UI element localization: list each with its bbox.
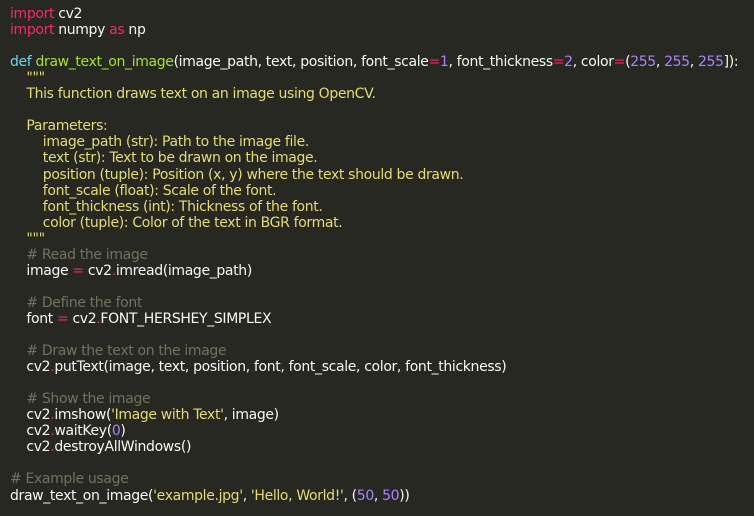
code-token: image bbox=[10, 262, 73, 279]
code-token: , bbox=[689, 54, 698, 71]
code-token: , font_thickness bbox=[448, 54, 553, 71]
code-token: 'Hello, World!' bbox=[250, 487, 344, 504]
code-line: # Example usage bbox=[10, 471, 129, 488]
code-token: as bbox=[109, 22, 125, 39]
code-line: cv2.destroyAllWindows() bbox=[10, 439, 191, 455]
code-token: 255 bbox=[630, 54, 656, 71]
code-token: color (tuple): Color of the text in BGR … bbox=[10, 214, 343, 231]
code-token: = bbox=[428, 54, 441, 71]
code-token: import bbox=[10, 22, 55, 39]
code-token: np bbox=[124, 22, 146, 39]
code-token: , image) bbox=[223, 407, 280, 424]
code-line: cv2.waitKey(0) bbox=[10, 423, 126, 440]
code-line: color (tuple): Color of the text in BGR … bbox=[10, 214, 343, 231]
code-line: cv2.imshow('Image with Text', image) bbox=[10, 407, 279, 423]
code-token: = bbox=[613, 54, 626, 71]
code-token: imshow( bbox=[54, 407, 112, 424]
code-token: numpy bbox=[54, 22, 110, 39]
code-token: ) bbox=[120, 423, 126, 440]
code-token: (image_path, text, position, font_scale bbox=[173, 54, 429, 71]
code-token: cv2 bbox=[68, 310, 97, 327]
code-token: imread(image_path) bbox=[115, 262, 252, 279]
code-token: image_path (str): Path to the image file… bbox=[10, 134, 309, 151]
code-token: , bbox=[242, 487, 251, 504]
code-token: 50 bbox=[382, 487, 400, 504]
code-token: cv2 bbox=[54, 6, 83, 22]
code-line: text (str): Text to be drawn on the imag… bbox=[10, 150, 318, 167]
code-token: font bbox=[10, 310, 57, 327]
code-line: # Show the image bbox=[10, 391, 150, 407]
code-line: font_thickness (int): Thickness of the f… bbox=[10, 199, 323, 215]
code-token: = bbox=[552, 54, 565, 71]
code-line: image_path (str): Path to the image file… bbox=[10, 134, 309, 150]
code-token: )) bbox=[399, 487, 410, 504]
code-line: draw_text_on_image('example.jpg', 'Hello… bbox=[10, 487, 410, 504]
code-line: """ bbox=[10, 70, 45, 86]
code-token: cv2 bbox=[10, 359, 51, 376]
code-token: 2 bbox=[564, 54, 573, 71]
code-token: # Define the font bbox=[10, 294, 143, 311]
code-editor[interactable]: import cv2 import numpy as np def draw_tex… bbox=[0, 0, 754, 516]
code-line: font_scale (float): Scale of the font. bbox=[10, 182, 277, 199]
code-line: import numpy as np bbox=[10, 22, 146, 38]
code-token: Parameters: bbox=[10, 118, 108, 135]
code-token: cv2 bbox=[10, 439, 51, 456]
code-token: putText(image, text, position, font, fon… bbox=[54, 359, 507, 376]
code-token: """ bbox=[10, 70, 45, 87]
code-token: destroyAllWindows() bbox=[54, 439, 192, 456]
code-line: # Define the font bbox=[10, 295, 142, 311]
code-token: font_thickness (int): Thickness of the f… bbox=[10, 198, 323, 215]
code-line: This function draws text on an image usi… bbox=[10, 86, 376, 102]
code-line: font = cv2.FONT_HERSHEY_SIMPLEX bbox=[10, 311, 271, 327]
code-token: # Show the image bbox=[10, 391, 151, 408]
code-line: Parameters: bbox=[10, 118, 107, 134]
code-token: , color bbox=[572, 54, 614, 71]
code-token: waitKey( bbox=[54, 423, 112, 440]
code-token: cv2 bbox=[10, 423, 51, 440]
code-token: """ bbox=[10, 230, 45, 247]
code-line: def draw_text_on_image(image_path, text,… bbox=[10, 54, 739, 71]
code-token: def bbox=[10, 54, 32, 71]
code-token: 50 bbox=[356, 487, 374, 504]
code-line: cv2.putText(image, text, position, font,… bbox=[10, 359, 506, 375]
code-token: 255 bbox=[664, 54, 690, 71]
code-token: 'example.jpg' bbox=[153, 487, 243, 504]
code-token: 255 bbox=[697, 54, 724, 71]
code-token: # Read the image bbox=[10, 246, 148, 263]
code-token: # Example usage bbox=[10, 471, 129, 488]
code-token: FONT_HERSHEY_SIMPLEX bbox=[100, 310, 272, 327]
code-token: import bbox=[10, 6, 55, 22]
code-token: , bbox=[373, 487, 383, 504]
code-line: image = cv2.imread(image_path) bbox=[10, 263, 252, 279]
code-token: , ( bbox=[343, 487, 357, 504]
code-line: """ bbox=[10, 231, 45, 247]
code-token: text (str): Text to be drawn on the imag… bbox=[10, 150, 318, 167]
code-token: This function draws text on an image usi… bbox=[10, 86, 376, 103]
code-token: = bbox=[56, 310, 69, 327]
code-line: # Draw the text on the image bbox=[10, 343, 226, 359]
code-token: = bbox=[72, 262, 84, 279]
code-token: font_scale (float): Scale of the font. bbox=[10, 182, 277, 199]
code-token: , bbox=[655, 54, 665, 71]
code-token: cv2 bbox=[83, 262, 112, 279]
code-line: # Read the image bbox=[10, 247, 148, 263]
code-line: import cv2 bbox=[10, 6, 82, 22]
code-token: ]): bbox=[723, 54, 739, 71]
code-token: draw_text_on_image bbox=[35, 54, 174, 71]
code-line: position (tuple): Position (x, y) where … bbox=[10, 166, 464, 183]
code-token: # Draw the text on the image bbox=[10, 343, 227, 360]
code-token: 'Image with Text' bbox=[111, 407, 224, 424]
code-token: draw_text_on_image( bbox=[10, 487, 154, 504]
code-token: cv2 bbox=[10, 407, 51, 424]
code-token: position (tuple): Position (x, y) where … bbox=[10, 166, 464, 183]
